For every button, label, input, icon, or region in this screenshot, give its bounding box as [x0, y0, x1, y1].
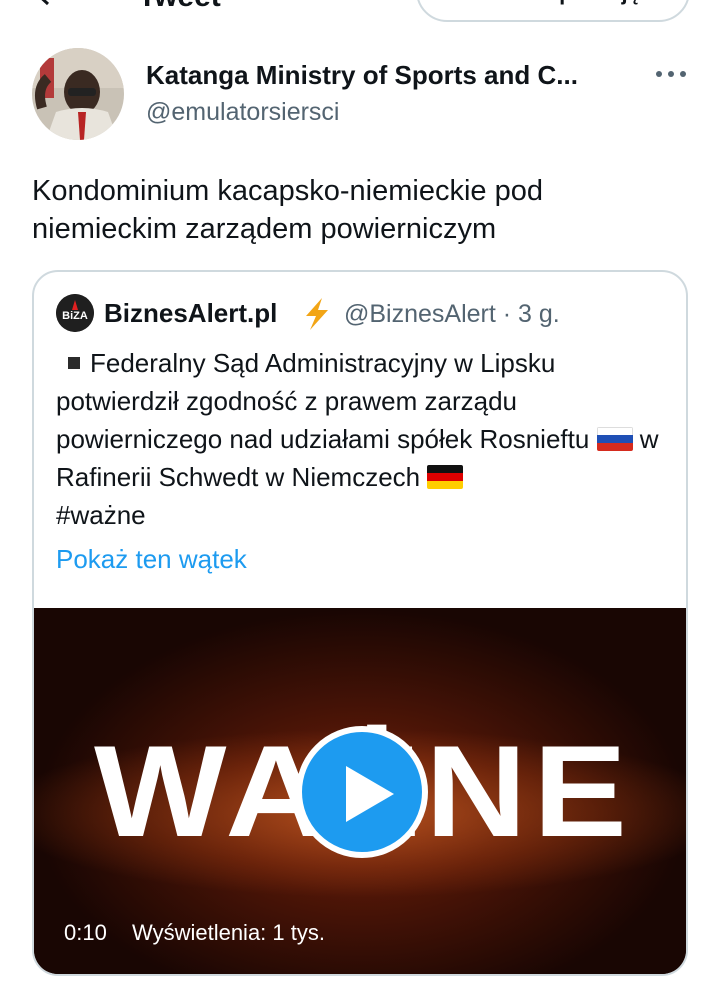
- germany-flag-icon: [427, 465, 464, 490]
- video-views: Wyświetlenia: 1 tys.: [132, 920, 325, 945]
- page-title: Tweet: [138, 0, 221, 12]
- author-name[interactable]: Katanga Ministry of Sports and C...: [146, 60, 626, 91]
- quote-author-name[interactable]: BiznesAlert.pl: [104, 298, 277, 329]
- top-bar: Tweet Otwórz aplikację: [0, 0, 720, 30]
- open-app-button[interactable]: Otwórz aplikację: [416, 0, 690, 22]
- square-bullet-icon: [68, 357, 80, 370]
- video-player[interactable]: WAŻNE 0:10 Wyświetlenia: 1 tys.: [34, 608, 686, 974]
- logo-text: BiZA: [62, 310, 88, 322]
- more-options-icon[interactable]: [654, 62, 688, 86]
- lightning-bolt-icon: [306, 298, 328, 330]
- avatar[interactable]: [32, 48, 124, 140]
- play-icon: [346, 766, 394, 822]
- show-thread-link[interactable]: Pokaż ten wątek: [56, 544, 247, 575]
- play-button[interactable]: [296, 726, 428, 858]
- quote-body: Federalny Sąd Administracyjny w Lipsku p…: [56, 344, 676, 534]
- quote-handle-time: @BiznesAlert · 3 g.: [344, 300, 560, 328]
- quoted-tweet-card[interactable]: BiZA BiznesAlert.pl @BiznesAlert · 3 g. …: [32, 270, 688, 976]
- author-handle[interactable]: @emulatorsiersci: [146, 98, 339, 127]
- quote-text-part1: Federalny Sąd Administracyjny w Lipsku p…: [56, 348, 590, 454]
- bizneslalert-logo-icon: BiZA: [56, 294, 94, 332]
- back-arrow-icon[interactable]: [28, 0, 58, 8]
- tweet-text: Kondominium kacapsko-niemieckie pod niem…: [32, 175, 543, 245]
- russia-flag-icon: [596, 427, 633, 452]
- video-duration: 0:10: [64, 920, 107, 945]
- hashtag-link[interactable]: #ważne: [56, 500, 146, 530]
